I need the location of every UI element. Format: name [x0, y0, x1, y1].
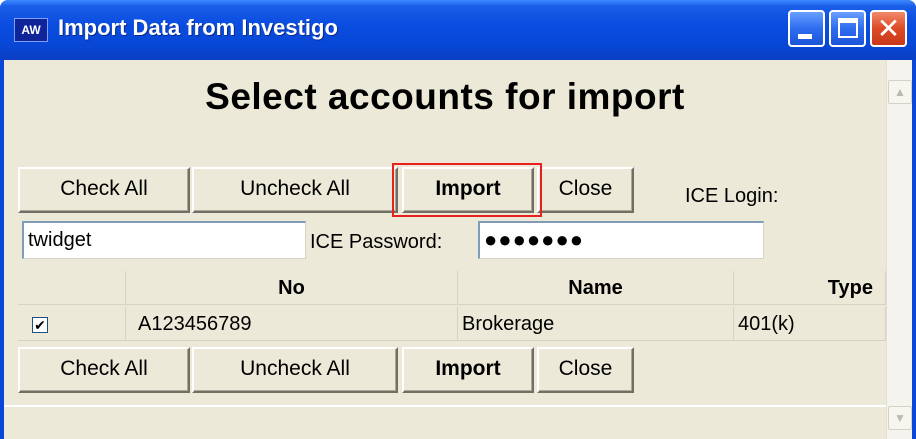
close-icon: ✕: [876, 13, 901, 44]
row-select-cell[interactable]: ✔: [18, 307, 126, 341]
maximize-icon: [838, 18, 858, 38]
check-all-button[interactable]: Check All: [18, 167, 190, 213]
ice-password-label: ICE Password:: [310, 231, 443, 253]
cell-account-name: Brokerage: [458, 307, 734, 341]
client-area: Select accounts for import Check All Unc…: [4, 60, 912, 439]
top-toolbar: Check All Uncheck All Import Close ICE L…: [18, 163, 886, 217]
page-title: Select accounts for import: [205, 76, 685, 117]
close-button-bottom[interactable]: Close: [537, 347, 634, 393]
column-header-name[interactable]: Name: [458, 271, 734, 305]
row-checkbox[interactable]: ✔: [32, 317, 48, 333]
minimize-button[interactable]: [788, 10, 825, 47]
close-window-button[interactable]: ✕: [870, 10, 907, 47]
app-icon: AW: [14, 18, 48, 42]
cell-account-no: A123456789: [126, 307, 458, 341]
bottom-toolbar: Check All Uncheck All Import Close: [18, 347, 886, 397]
column-header-no[interactable]: No: [126, 271, 458, 305]
title-bar[interactable]: AW Import Data from Investigo ✕: [0, 0, 916, 60]
ice-login-label: ICE Login:: [685, 185, 779, 207]
close-button[interactable]: Close: [537, 167, 634, 213]
import-panel: Check All Uncheck All Import Close ICE L…: [18, 163, 886, 397]
uncheck-all-button[interactable]: Uncheck All: [192, 167, 398, 213]
uncheck-all-button-bottom[interactable]: Uncheck All: [192, 347, 398, 393]
window-title: Import Data from Investigo: [58, 15, 338, 40]
minimize-icon: [798, 34, 812, 39]
import-button-bottom[interactable]: Import: [402, 347, 534, 393]
import-window: AW Import Data from Investigo ✕ Select a…: [0, 0, 916, 439]
ice-login-input[interactable]: twidget: [22, 221, 306, 259]
scroll-up-icon[interactable]: ▲: [888, 80, 912, 104]
column-header-type[interactable]: Type: [734, 271, 886, 305]
cell-account-type: 401(k): [734, 307, 886, 341]
check-all-button-bottom[interactable]: Check All: [18, 347, 190, 393]
scroll-down-icon[interactable]: ▼: [888, 406, 912, 430]
column-header-check: [18, 271, 126, 305]
maximize-button[interactable]: [829, 10, 866, 47]
ice-password-input[interactable]: ●●●●●●●: [478, 221, 764, 259]
import-highlight-box: [392, 163, 542, 217]
status-area: [4, 405, 886, 439]
vertical-scrollbar[interactable]: ▲ ▼: [886, 60, 912, 439]
